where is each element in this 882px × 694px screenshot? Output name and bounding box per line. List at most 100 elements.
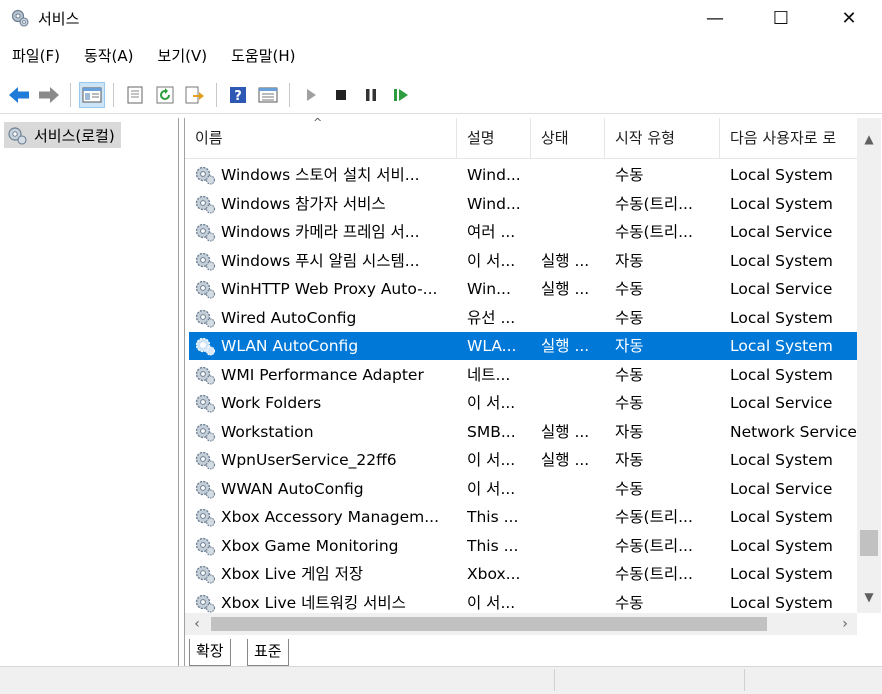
cell-name: WinHTTP Web Proxy Auto-... [221,280,438,298]
cell-status [541,589,609,614]
horizontal-scroll-thumb[interactable] [211,617,767,631]
menu-file[interactable]: 파일(F) [0,42,72,70]
cell-name: Xbox Game Monitoring [221,536,399,555]
column-header-startup-type[interactable]: 시작 유형 [605,118,720,158]
table-row[interactable]: Xbox Live 게임 저장 Xbox... 수동(트리... Local Syst… [189,560,857,588]
cell-desc: Win... [467,280,511,298]
cell-status [541,475,609,503]
table-row[interactable]: Windows 푸시 알림 시스템... 이 서... 실행 ... 자동 Local … [189,247,857,275]
column-header-log-on-as[interactable]: 다음 사용자로 로 [720,118,857,158]
help-icon[interactable]: ? [225,82,251,108]
scroll-left-icon[interactable]: ‹ [185,613,209,635]
menu-action[interactable]: 동작(A) [72,42,146,70]
cell-name: Xbox Live 게임 저장 [221,565,364,583]
table-row[interactable]: WpnUserService_22ff6 이 서... 실행 ... 자동 Local … [189,446,857,474]
scroll-down-icon[interactable]: ▼ [857,586,881,608]
cell-desc: SMB... [467,422,516,441]
cell-desc: 유선 ... [467,308,516,327]
svg-text:?: ? [234,89,242,104]
cell-desc: Wind... [467,166,521,184]
table-row[interactable]: Xbox Accessory Managem... This ... 수동(트리..… [189,503,857,531]
forward-icon[interactable] [36,82,62,108]
table-row[interactable]: Xbox Game Monitoring This ... 수동(트리... Loca… [189,532,857,560]
scroll-right-icon[interactable]: › [833,613,857,635]
tab-extended[interactable]: 확장 [189,639,231,666]
start-icon[interactable] [298,82,324,108]
cell-desc: 이 서... [467,479,516,498]
minimize-button[interactable]: — [684,0,746,36]
table-row[interactable]: Wired AutoConfig 유선 ... 수동 Local System [189,304,857,332]
table-row[interactable]: WWAN AutoConfig 이 서... 수동 Local Service [189,475,857,503]
services-gear-icon [8,127,27,145]
tab-standard[interactable]: 표준 [247,639,289,666]
console-tree-pane: 서비스(로컬) [0,118,179,666]
menu-view[interactable]: 보기(V) [146,42,220,70]
cell-status [541,304,609,332]
vertical-scrollbar[interactable]: ▲ ▼ [857,118,881,613]
refresh-icon[interactable] [152,82,178,108]
cell-status: 실행 ... [541,251,590,270]
cell-startup: 자동 [615,337,644,355]
cell-name: WLAN AutoConfig [221,337,359,355]
table-row[interactable]: WMI Performance Adapter 네트... 수동 Local Syst… [189,361,857,389]
properties-icon[interactable] [122,82,148,108]
horizontal-scrollbar[interactable]: ‹ › [185,613,857,635]
cell-name: Windows 스토어 설치 서비... [221,166,420,184]
maximize-button[interactable]: ☐ [750,0,812,36]
table-row[interactable]: WLAN AutoConfig WLA... 실행 ... 자동 Local Syste… [189,332,857,360]
cell-startup: 자동 [615,251,644,270]
cell-name: Workstation [221,422,314,441]
cell-startup: 수동 [615,166,644,184]
cell-name: WWAN AutoConfig [221,479,364,498]
tree-item-services-local[interactable]: 서비스(로컬) [4,122,121,148]
service-gear-icon [193,392,217,414]
service-gear-icon [193,592,217,614]
column-header-description[interactable]: 설명 [457,118,531,158]
service-gear-icon [193,478,217,500]
column-header-status[interactable]: 상태 [531,118,605,158]
restart-icon[interactable] [388,82,414,108]
console-tree-icon[interactable] [79,81,105,108]
toolbar-separator [216,82,217,107]
service-gear-icon [193,364,217,386]
cell-startup: 수동 [615,394,644,412]
vertical-scroll-thumb[interactable] [860,530,878,556]
cell-logon: Local System [730,337,833,355]
cell-logon: Local System [730,365,833,384]
column-header-name[interactable]: 이름 [185,118,457,158]
cell-status [541,218,609,246]
scroll-up-icon[interactable]: ▲ [857,128,881,150]
view-tabs: 확장 표준 [185,639,882,666]
pause-icon[interactable] [358,82,384,108]
cell-logon: Local System [730,565,833,583]
table-row[interactable]: Xbox Live 네트워킹 서비스 이 서... 수동 Local System [189,589,857,614]
cell-status [541,560,609,588]
stop-icon[interactable] [328,82,354,108]
service-gear-icon [193,506,217,528]
cell-startup: 자동 [615,422,644,441]
service-gear-icon [193,193,217,215]
toolbar-separator [113,82,114,107]
view-icon[interactable] [255,82,281,108]
cell-status: 실행 ... [541,451,590,469]
menu-bar: 파일(F) 동작(A) 보기(V) 도움말(H) [0,40,882,72]
table-row[interactable]: Windows 참가자 서비스 Wind... 수동(트리... Local Syst… [189,190,857,218]
menu-help[interactable]: 도움말(H) [219,42,307,70]
close-button[interactable]: ✕ [818,0,880,36]
cell-status [541,532,609,560]
table-row[interactable]: Work Folders 이 서... 수동 Local Service [189,389,857,417]
table-row[interactable]: Workstation SMB... 실행 ... 자동 Network Service [189,418,857,446]
cell-startup: 자동 [615,451,644,469]
cell-name: WpnUserService_22ff6 [221,451,397,469]
table-row[interactable]: Windows 스토어 설치 서비... Wind... 수동 Local Syste… [189,161,857,189]
export-icon[interactable] [182,82,208,108]
cell-logon: Local System [730,308,833,327]
cell-logon: Local System [730,508,833,526]
table-row[interactable]: Windows 카메라 프레임 서... 여러 ... 수동(트리... Local … [189,218,857,246]
service-gear-icon [193,250,217,272]
cell-status: 실행 ... [541,280,590,298]
table-row[interactable]: WinHTTP Web Proxy Auto-... Win... 실행 ... 수동… [189,275,857,303]
cell-desc: 이 서... [467,593,516,612]
back-icon[interactable] [6,82,32,108]
cell-startup: 수동 [615,365,644,384]
